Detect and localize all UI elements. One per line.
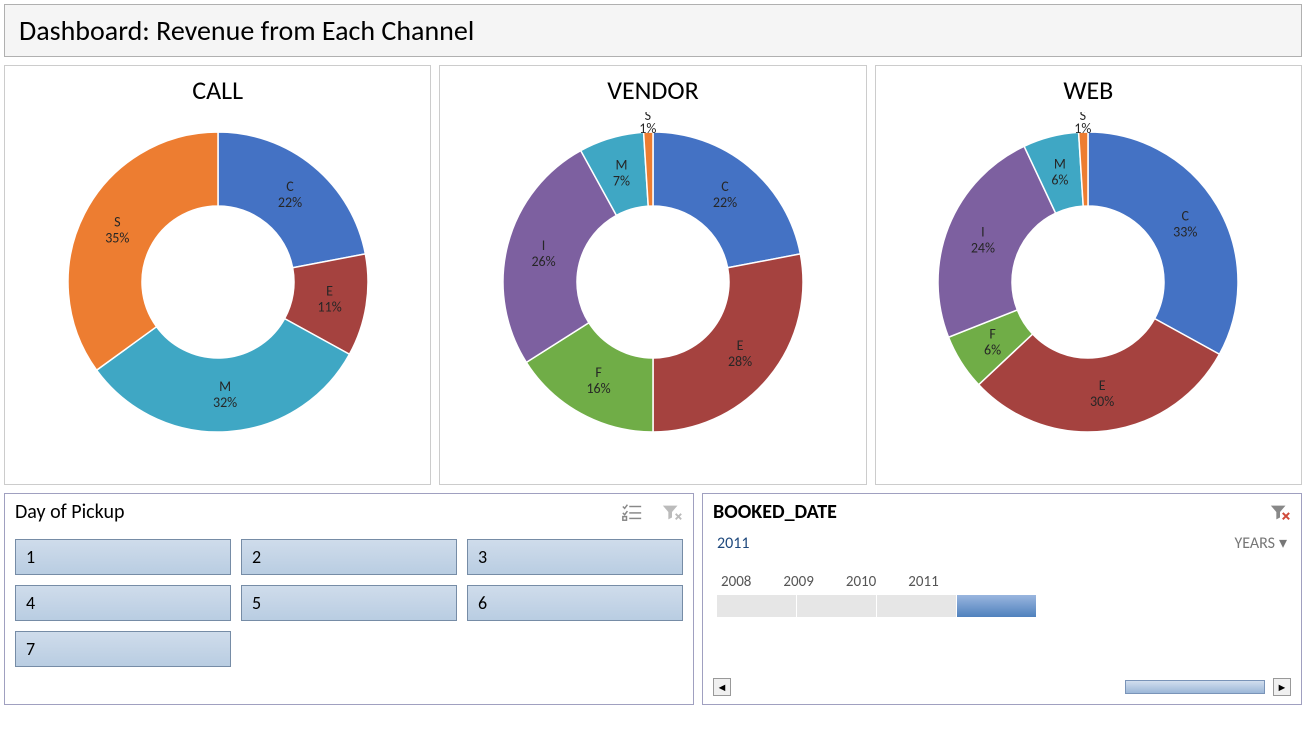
- scroll-right-button[interactable]: ►: [1273, 678, 1291, 696]
- slice-E[interactable]: [653, 254, 803, 432]
- slice-S[interactable]: [68, 132, 218, 370]
- chart-panel-vendor[interactable]: VENDOR C 22%E 28%F 16%I 26%M 7%S 1%: [439, 65, 866, 485]
- slicer-title: Day of Pickup: [15, 500, 125, 524]
- slice-pct-F: 6%: [984, 342, 1001, 359]
- chart-title: CALL: [192, 74, 243, 106]
- slice-pct-C: 22%: [278, 194, 302, 211]
- slicer-option-6[interactable]: 6: [467, 585, 683, 621]
- dashboard-title: Dashboard: Revenue from Each Channel: [4, 4, 1302, 57]
- scroll-track[interactable]: [739, 680, 1265, 694]
- timeline-segment-2008[interactable]: [717, 595, 797, 617]
- slice-pct-E: 28%: [728, 353, 752, 370]
- timeline-year-label-2009: 2009: [783, 573, 813, 591]
- timeline-bar[interactable]: [717, 595, 1287, 617]
- slice-label-C: C: [1182, 207, 1190, 224]
- slice-pct-M: 6%: [1052, 172, 1069, 189]
- donut-chart[interactable]: C 22% E 11% M 32% S 35%: [48, 112, 388, 452]
- timeline-track[interactable]: 2008 2009 2010 2011: [703, 555, 1301, 617]
- slicer-header-icons: [621, 503, 683, 521]
- timeline-year-labels: 2008 2009 2010 2011: [717, 573, 1287, 591]
- timeline-selected-label: 2011: [717, 534, 749, 553]
- slice-pct-S: 1%: [639, 120, 656, 137]
- slice-label-I: I: [981, 223, 985, 240]
- multi-select-icon[interactable]: [621, 503, 643, 521]
- slice-label-C: C: [286, 178, 294, 195]
- scroll-left-button[interactable]: ◄: [713, 678, 731, 696]
- timeline-scrollbar[interactable]: ◄ ►: [703, 672, 1301, 704]
- chart-panel-call[interactable]: CALL C 22% E 11% M 32% S 35%: [4, 65, 431, 485]
- slicer-option-2[interactable]: 2: [241, 539, 457, 575]
- slice-label-S: S: [114, 214, 120, 231]
- timeline-header: BOOKED_DATE: [703, 494, 1301, 529]
- slice-pct-M: 32%: [213, 394, 237, 411]
- donut-chart[interactable]: C 22%E 28%F 16%I 26%M 7%S 1%: [483, 112, 823, 452]
- clear-filter-icon[interactable]: [1269, 503, 1291, 521]
- slicer-header: Day of Pickup: [5, 494, 693, 529]
- slice-pct-S: 1%: [1075, 120, 1092, 137]
- chart-title: WEB: [1063, 74, 1113, 106]
- timeline-status-row: 2011 YEARS ▾: [703, 529, 1301, 555]
- chart-panel-web[interactable]: WEB C 33%E 30%F 6%I 24%M 6%S 1%: [875, 65, 1302, 485]
- slicer-day-of-pickup[interactable]: Day of Pickup 123 456 7: [4, 493, 694, 705]
- timeline-year-label-2011: 2011: [908, 573, 938, 591]
- chart-title: VENDOR: [607, 74, 699, 106]
- slice-label-C: C: [721, 178, 729, 195]
- slice-label-E: E: [1099, 377, 1106, 394]
- slice-pct-M: 7%: [613, 172, 630, 189]
- slicer-option-1[interactable]: 1: [15, 539, 231, 575]
- timeline-year-label-2010: 2010: [846, 573, 876, 591]
- timeline-title: BOOKED_DATE: [713, 500, 837, 524]
- slice-label-M: M: [219, 378, 231, 395]
- slice-pct-I: 26%: [531, 253, 555, 270]
- timeline-header-icons: [1269, 503, 1291, 521]
- slice-pct-E: 30%: [1090, 393, 1114, 410]
- slice-pct-C: 22%: [713, 194, 737, 211]
- slice-label-I: I: [542, 237, 546, 254]
- slicer-option-7[interactable]: 7: [15, 631, 231, 667]
- charts-row: CALL C 22% E 11% M 32% S 35% VENDOR C 22% E …: [4, 65, 1302, 485]
- chevron-down-icon: ▾: [1279, 533, 1287, 553]
- timeline-units-label: YEARS: [1234, 534, 1275, 553]
- slice-label-M: M: [1054, 156, 1066, 173]
- donut-chart[interactable]: C 33%E 30%F 6%I 24%M 6%S 1%: [918, 112, 1258, 452]
- slice-label-M: M: [615, 156, 627, 173]
- slice-pct-I: 24%: [971, 239, 995, 256]
- slice-label-F: F: [595, 364, 602, 381]
- slice-label-E: E: [737, 337, 744, 354]
- timeline-year-label-2008: 2008: [721, 573, 751, 591]
- clear-filter-icon[interactable]: [661, 503, 683, 521]
- slice-label-F: F: [990, 326, 997, 343]
- slice-label-E: E: [326, 283, 333, 300]
- timeline-units-dropdown[interactable]: YEARS ▾: [1234, 533, 1287, 553]
- slicer-option-5[interactable]: 5: [241, 585, 457, 621]
- timeline-booked-date[interactable]: BOOKED_DATE 2011 YEARS ▾ 2008 2009 2010 201…: [702, 493, 1302, 705]
- slice-pct-C: 33%: [1173, 223, 1197, 240]
- timeline-segment-2009[interactable]: [797, 595, 877, 617]
- slice-pct-E: 11%: [317, 299, 341, 316]
- slicer-option-4[interactable]: 4: [15, 585, 231, 621]
- slicer-option-3[interactable]: 3: [467, 539, 683, 575]
- timeline-segment-2010[interactable]: [877, 595, 957, 617]
- slice-C[interactable]: [1088, 132, 1238, 354]
- filters-row: Day of Pickup 123 456 7: [4, 493, 1302, 705]
- timeline-segment-2011[interactable]: [957, 595, 1037, 617]
- slice-pct-F: 16%: [586, 380, 610, 397]
- slicer-options: 123 456 7: [5, 529, 693, 677]
- slice-pct-S: 35%: [105, 230, 129, 247]
- scroll-thumb[interactable]: [1125, 680, 1265, 694]
